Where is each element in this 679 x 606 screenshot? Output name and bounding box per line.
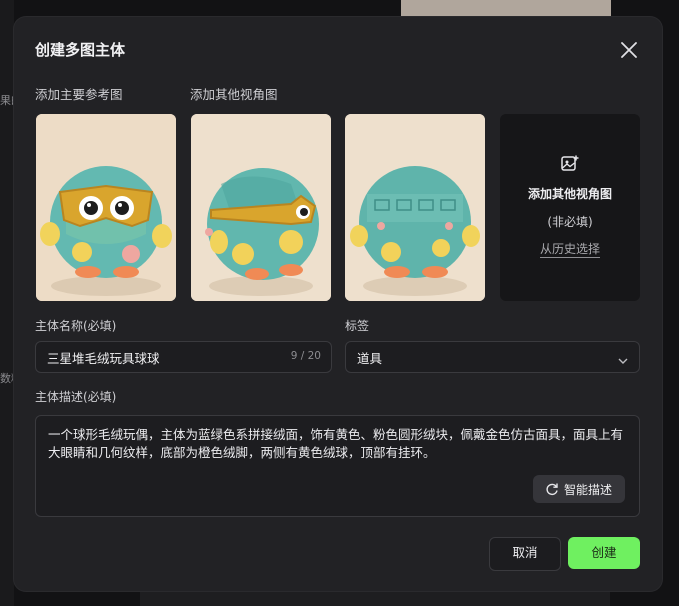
description-label: 主体描述(必填) [35, 390, 117, 404]
close-icon[interactable] [618, 39, 640, 61]
add-view-tile[interactable]: 添加其他视角图 (非必填) 从历史选择 [500, 114, 640, 301]
tag-label: 标签 [345, 319, 370, 333]
cancel-button[interactable]: 取消 [489, 537, 561, 571]
background-text: 果的 [0, 94, 14, 107]
background-panel: 果的 数精 [0, 0, 14, 606]
refresh-icon [545, 482, 559, 496]
history-select-link[interactable]: 从历史选择 [539, 242, 600, 258]
add-view-title: 添加其他视角图 [527, 187, 612, 201]
background-text: 数精 [0, 372, 14, 385]
background-image [401, 0, 611, 18]
subject-name-value: 三星堆毛绒玩具球球 [47, 351, 160, 366]
tag-select[interactable]: 道具 [345, 341, 640, 373]
dialog-title: 创建多图主体 [35, 41, 126, 59]
other-view-image[interactable] [191, 114, 331, 301]
main-reference-label: 添加主要参考图 [35, 87, 123, 102]
subject-name-label: 主体名称(必填) [35, 319, 117, 333]
optional-label: (非必填) [547, 215, 593, 229]
tag-selected-value: 道具 [357, 351, 383, 366]
smart-describe-label: 智能描述 [564, 483, 613, 497]
create-subject-dialog: 创建多图主体 添加主要参考图 添加其他视角图 添加其他视角图 (非必填) 从历史… [14, 17, 662, 591]
create-button[interactable]: 创建 [568, 537, 640, 569]
chevron-down-icon [617, 352, 629, 364]
subject-name-input[interactable]: 三星堆毛绒玩具球球 9 / 20 [35, 341, 332, 373]
smart-describe-button[interactable]: 智能描述 [533, 475, 625, 503]
other-views-label: 添加其他视角图 [190, 87, 278, 102]
char-counter: 9 / 20 [290, 350, 321, 362]
background-panel [140, 592, 610, 606]
description-text: 一个球形毛绒玩偶，主体为蓝绿色系拼接绒面，饰有黄色、粉色圆形绒块，佩戴金色仿古面… [48, 427, 624, 460]
description-textarea[interactable]: 一个球形毛绒玩偶，主体为蓝绿色系拼接绒面，饰有黄色、粉色圆形绒块，佩戴金色仿古面… [35, 415, 640, 517]
other-view-image[interactable] [345, 114, 485, 301]
main-reference-image[interactable] [36, 114, 176, 301]
add-image-icon [560, 154, 580, 174]
